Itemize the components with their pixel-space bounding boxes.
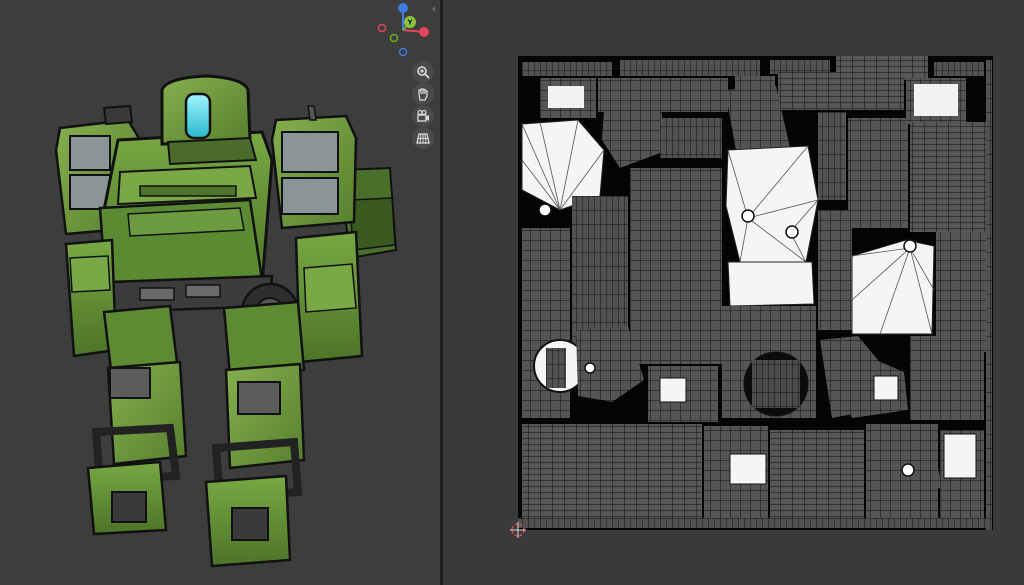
zoom-icon[interactable] [412,61,434,83]
uv-layout [510,56,993,538]
3d-viewport[interactable]: Y ‹ [0,0,440,585]
navigation-gizmo[interactable]: Y [372,0,434,60]
robot-model [54,74,398,568]
gizmo-y-label: Y [407,19,414,27]
collapse-arrow-icon[interactable]: ‹ [432,4,440,16]
gizmo-x-axis [419,27,429,37]
perspective-grid-icon[interactable] [412,127,434,149]
gizmo-z-axis [398,3,408,13]
pan-hand-icon[interactable] [412,83,434,105]
uv-editor[interactable] [443,0,1024,585]
camera-view-icon[interactable] [412,105,434,127]
